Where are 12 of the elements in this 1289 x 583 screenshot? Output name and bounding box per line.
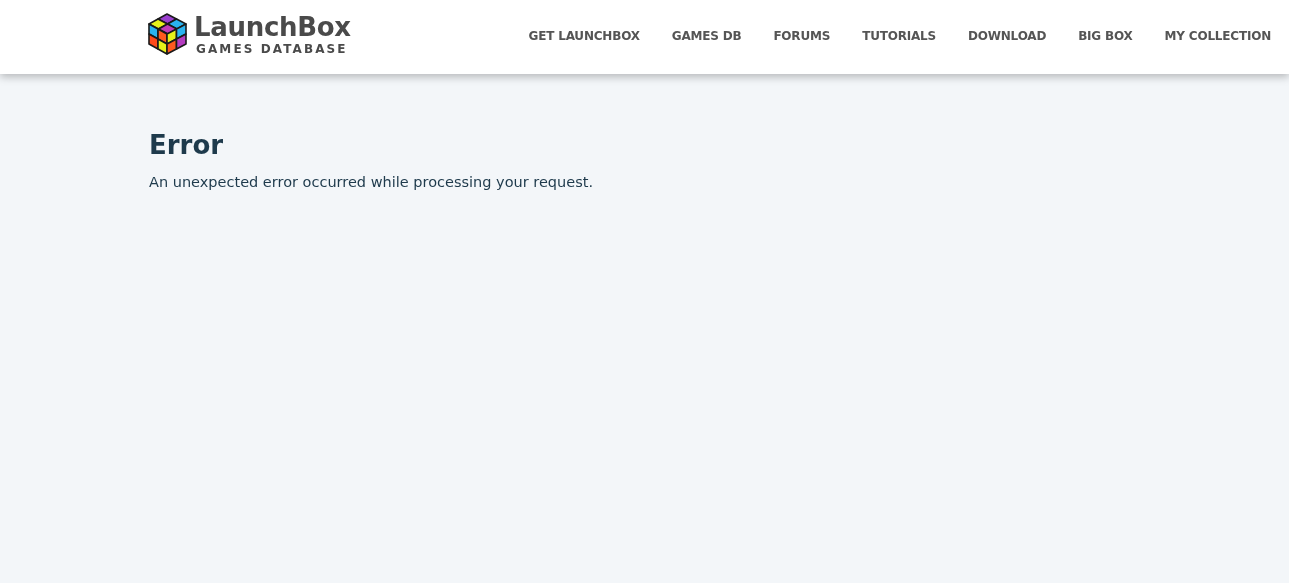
- cube-logo-icon: [147, 11, 188, 56]
- brand-name[interactable]: LaunchBox: [194, 11, 351, 42]
- nav-link[interactable]: TUTORIALS: [862, 28, 936, 43]
- nav-link[interactable]: MY COLLECTION: [1164, 28, 1271, 43]
- nav-link[interactable]: GAMES DB: [671, 28, 742, 43]
- nav-link[interactable]: DOWNLOAD: [967, 28, 1047, 43]
- brand-subtitle: GAMES DATABASE: [196, 41, 349, 56]
- nav-link[interactable]: GET LAUNCHBOX: [528, 28, 640, 43]
- nav-link[interactable]: BIG BOX: [1078, 28, 1133, 43]
- nav-link[interactable]: FORUMS: [773, 28, 831, 43]
- error-heading: Error: [149, 130, 225, 160]
- error-message: An unexpected error occurred while processing your request.: [149, 174, 594, 190]
